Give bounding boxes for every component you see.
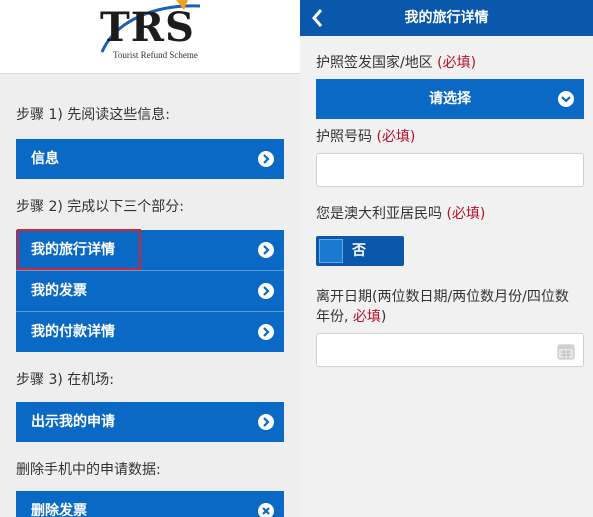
- step2-label: 步骤 2) 完成以下三个部分:: [16, 199, 184, 215]
- delete-data-label: 删除手机中的申请数据:: [16, 462, 161, 478]
- chevron-right-icon: [258, 283, 274, 299]
- step3-label: 步骤 3) 在机场:: [16, 372, 114, 388]
- logo-text: TRS: [100, 4, 195, 51]
- chevron-down-icon: [558, 91, 574, 107]
- red-highlight-box: [17, 229, 141, 270]
- close-icon: [258, 503, 274, 517]
- left-screen: TRS Tourist Refund Scheme 步骤 1) 先阅读这些信息:…: [0, 0, 300, 517]
- chevron-right-icon: [258, 324, 274, 340]
- logo-subtitle: Tourist Refund Scheme: [113, 50, 198, 60]
- resident-toggle[interactable]: 否: [316, 236, 404, 266]
- passport-country-select[interactable]: 请选择: [316, 79, 584, 119]
- passport-number-label: 护照号码 (必填): [316, 129, 416, 145]
- chevron-right-icon: [258, 414, 274, 430]
- select-placeholder: 请选择: [429, 91, 471, 107]
- info-button[interactable]: 信息: [16, 139, 284, 179]
- required-tag: 必填: [352, 309, 381, 325]
- invoices-button[interactable]: 我的发票: [16, 271, 284, 311]
- page-title: 我的旅行详情: [404, 10, 489, 26]
- chevron-right-icon: [258, 242, 274, 258]
- departure-date-field[interactable]: [316, 333, 584, 367]
- toggle-knob: [319, 239, 343, 263]
- delete-invoice-button[interactable]: 删除发票: [16, 491, 284, 517]
- nav-bar: 我的旅行详情: [300, 0, 593, 36]
- resident-label: 您是澳大利亚居民吗 (必填): [316, 206, 486, 222]
- logo-header: TRS Tourist Refund Scheme: [0, 0, 300, 74]
- step1-label: 步骤 1) 先阅读这些信息:: [16, 107, 170, 123]
- right-screen: 我的旅行详情 护照签发国家/地区 (必填) 请选择 护照号码 (必填) 您是澳大…: [300, 0, 593, 517]
- invoices-label: 我的发票: [31, 283, 87, 299]
- show-application-button[interactable]: 出示我的申请: [16, 402, 284, 442]
- payment-details-label: 我的付款详情: [31, 324, 115, 340]
- required-tag: (必填): [446, 206, 486, 222]
- departure-date-label: 离开日期(两位数日期/两位数月份/四位数 年份, 必填): [316, 289, 569, 325]
- chevron-right-icon: [258, 151, 274, 167]
- calendar-icon[interactable]: [557, 342, 575, 360]
- payment-details-button[interactable]: 我的付款详情: [16, 312, 284, 352]
- passport-number-field[interactable]: [316, 153, 584, 187]
- delete-invoice-label: 删除发票: [31, 503, 87, 517]
- required-tag: (必填): [376, 129, 416, 145]
- info-button-label: 信息: [31, 151, 59, 167]
- toggle-value: 否: [352, 243, 366, 259]
- required-tag: (必填): [437, 55, 477, 71]
- passport-country-label: 护照签发国家/地区 (必填): [316, 55, 477, 71]
- show-application-label: 出示我的申请: [31, 414, 115, 430]
